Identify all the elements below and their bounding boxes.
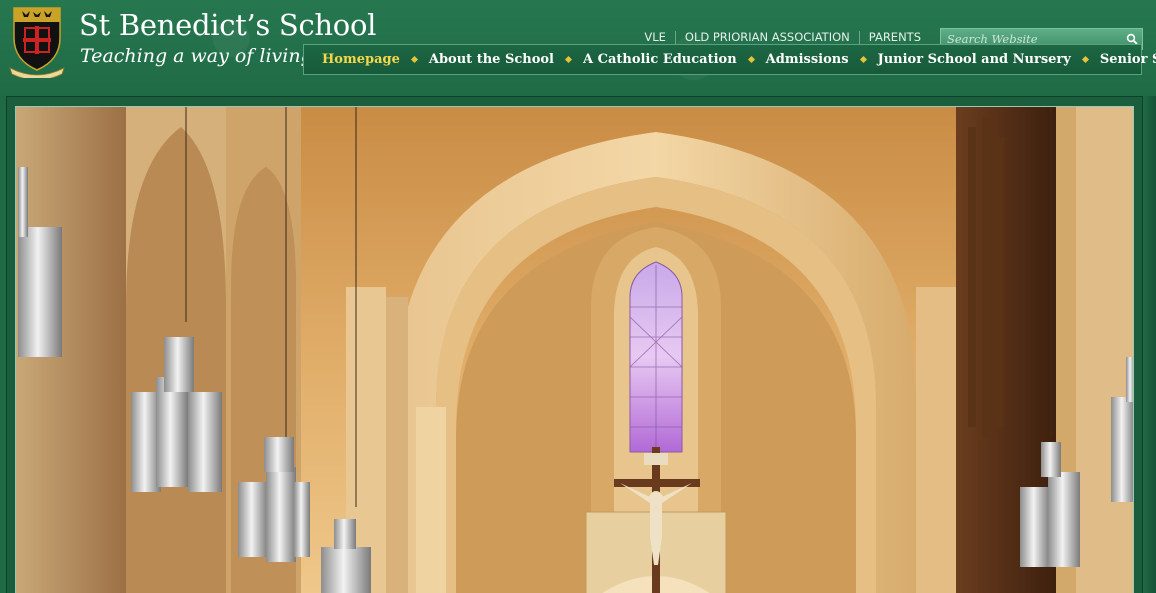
nav-item-a-catholic-education[interactable]: A Catholic Education <box>583 52 737 67</box>
site-title[interactable]: St Benedict’s School <box>79 8 376 42</box>
nav-item-senior-school[interactable]: Senior School <box>1100 52 1156 67</box>
nav-separator <box>859 55 867 64</box>
nav-separator <box>564 55 573 64</box>
nav-item-homepage[interactable]: Homepage <box>322 52 400 67</box>
site-tagline: Teaching a way of living <box>80 45 313 67</box>
site-header: St Benedict’s School Teaching a way of l… <box>0 0 1156 96</box>
nav-separator <box>410 55 418 64</box>
utility-links: VLE OLD PRIORIAN ASSOCIATION PARENTS <box>635 31 930 44</box>
nav-separator <box>1081 55 1089 64</box>
hero-frame <box>6 96 1143 593</box>
nav-item-admissions[interactable]: Admissions <box>766 52 849 67</box>
nav-item-about-the-school[interactable]: About the School <box>429 52 554 67</box>
util-link-parents[interactable]: PARENTS <box>858 31 930 44</box>
util-link-vle[interactable]: VLE <box>635 31 675 44</box>
main-nav: Homepage About the School A Catholic Edu… <box>303 44 1156 75</box>
hero-image[interactable] <box>15 106 1134 593</box>
page-right-rail <box>1143 96 1156 593</box>
nav-item-junior-school-and-nursery[interactable]: Junior School and Nursery <box>878 52 1071 67</box>
school-crest-logo[interactable] <box>8 4 66 78</box>
util-link-old-priorian-association[interactable]: OLD PRIORIAN ASSOCIATION <box>674 31 859 44</box>
nav-separator <box>747 55 755 64</box>
church-interior-image <box>16 107 1133 593</box>
